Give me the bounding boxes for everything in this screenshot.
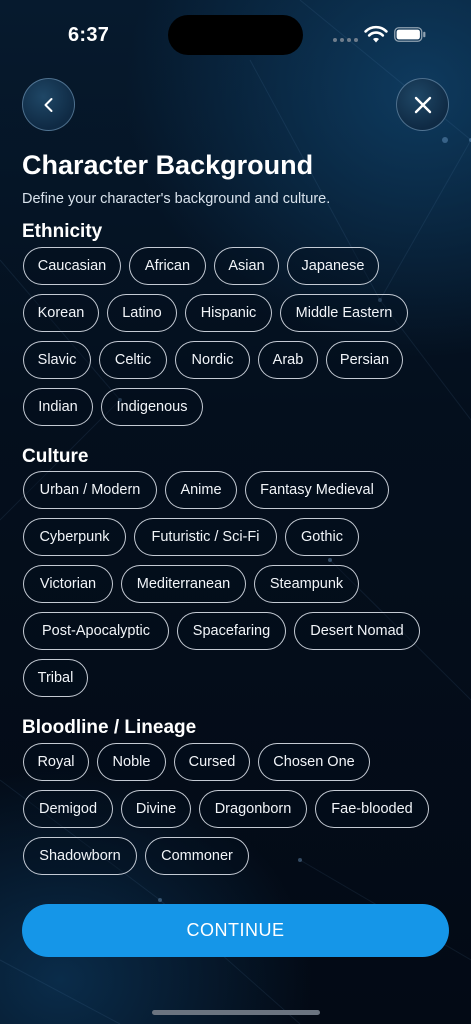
battery-icon xyxy=(394,27,426,42)
chip-slavic[interactable]: Slavic xyxy=(23,341,91,379)
page-title: Character Background xyxy=(22,150,314,180)
chip-african[interactable]: African xyxy=(129,247,206,285)
chip-japanese[interactable]: Japanese xyxy=(287,247,379,285)
signal-icon xyxy=(333,38,358,42)
chip-fae-blooded[interactable]: Fae-blooded xyxy=(315,790,429,828)
chip-hispanic[interactable]: Hispanic xyxy=(185,294,272,332)
chip-royal[interactable]: Royal xyxy=(23,743,89,781)
chip-noble[interactable]: Noble xyxy=(97,743,166,781)
chip-chosen-one[interactable]: Chosen One xyxy=(258,743,370,781)
chip-asian[interactable]: Asian xyxy=(214,247,279,285)
status-time: 6:37 xyxy=(68,24,110,46)
chip-indigenous[interactable]: Indigenous xyxy=(101,388,203,426)
dynamic-island xyxy=(168,15,303,55)
chevron-left-icon xyxy=(44,97,52,112)
section-label-bloodline: Bloodline / Lineage xyxy=(22,717,197,738)
chip-post-apocalyptic[interactable]: Post-Apocalyptic xyxy=(23,612,169,650)
chip-dragonborn[interactable]: Dragonborn xyxy=(199,790,307,828)
status-bar: 6:37 xyxy=(0,0,471,70)
chip-mediterranean[interactable]: Mediterranean xyxy=(121,565,246,603)
page-subtitle: Define your character's background and c… xyxy=(22,191,331,207)
chip-arab[interactable]: Arab xyxy=(258,341,318,379)
section-label-ethnicity: Ethnicity xyxy=(22,221,103,242)
chip-demigod[interactable]: Demigod xyxy=(23,790,113,828)
chip-tribal[interactable]: Tribal xyxy=(23,659,88,697)
chip-steampunk[interactable]: Steampunk xyxy=(254,565,359,603)
chip-fantasy-medieval[interactable]: Fantasy Medieval xyxy=(245,471,389,509)
close-icon xyxy=(414,96,431,113)
chip-futuristic-sci-fi[interactable]: Futuristic / Sci-Fi xyxy=(134,518,277,556)
chip-middle-eastern[interactable]: Middle Eastern xyxy=(280,294,408,332)
wifi-icon xyxy=(364,25,388,43)
chip-victorian[interactable]: Victorian xyxy=(23,565,113,603)
chip-spacefaring[interactable]: Spacefaring xyxy=(177,612,286,650)
home-indicator xyxy=(152,1010,320,1015)
chip-anime[interactable]: Anime xyxy=(165,471,237,509)
close-button[interactable] xyxy=(396,78,449,131)
chip-urban-modern[interactable]: Urban / Modern xyxy=(23,471,157,509)
chip-gothic[interactable]: Gothic xyxy=(285,518,359,556)
chip-divine[interactable]: Divine xyxy=(121,790,191,828)
chip-latino[interactable]: Latino xyxy=(107,294,177,332)
chip-korean[interactable]: Korean xyxy=(23,294,99,332)
chip-indian[interactable]: Indian xyxy=(23,388,93,426)
continue-button[interactable]: CONTINUE xyxy=(22,904,449,957)
chip-caucasian[interactable]: Caucasian xyxy=(23,247,121,285)
chip-cyberpunk[interactable]: Cyberpunk xyxy=(23,518,126,556)
chip-cursed[interactable]: Cursed xyxy=(174,743,250,781)
chip-commoner[interactable]: Commoner xyxy=(145,837,249,875)
section-label-culture: Culture xyxy=(22,446,89,467)
chip-shadowborn[interactable]: Shadowborn xyxy=(23,837,137,875)
chip-desert-nomad[interactable]: Desert Nomad xyxy=(294,612,420,650)
chip-nordic[interactable]: Nordic xyxy=(175,341,250,379)
chip-persian[interactable]: Persian xyxy=(326,341,403,379)
chip-celtic[interactable]: Celtic xyxy=(99,341,167,379)
back-button[interactable] xyxy=(22,78,75,131)
